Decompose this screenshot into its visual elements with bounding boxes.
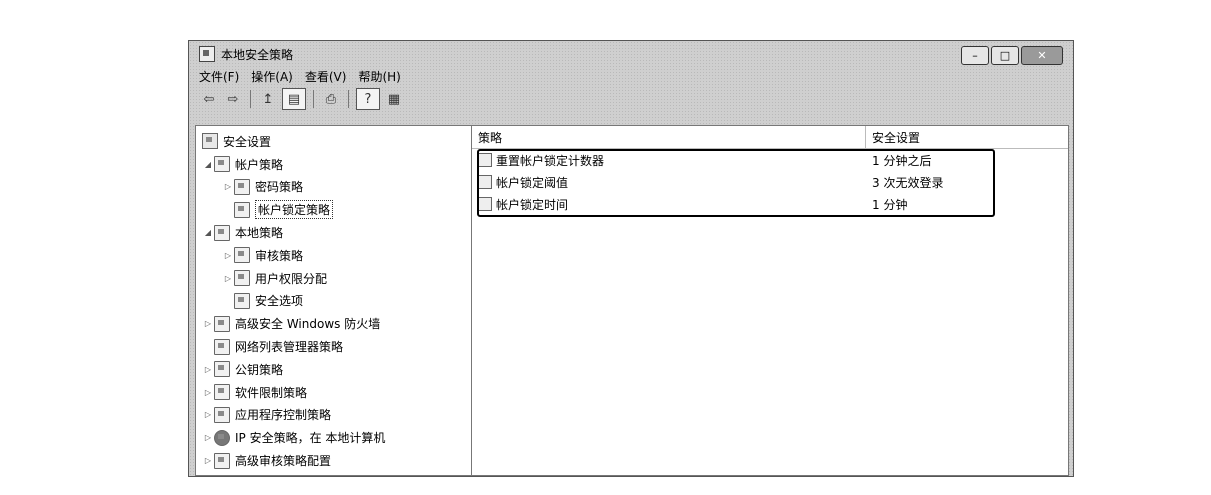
toolbar-separator (348, 90, 349, 108)
tree-item-windows-firewall[interactable]: ▷ 高级安全 Windows 防火墙 (196, 312, 471, 335)
help-icon[interactable]: ? (356, 88, 380, 110)
tree-label: 高级审核策略配置 (235, 454, 332, 469)
tree-item-advanced-audit[interactable]: ▷ 高级审核策略配置 (196, 449, 471, 472)
tree-label: 帐户锁定策略 (255, 200, 334, 220)
tree-label: 安全设置 (223, 134, 272, 149)
tree-item-local-policies[interactable]: ◢ 本地策略 (196, 221, 471, 244)
properties-icon[interactable]: ▦ (384, 89, 404, 109)
close-button[interactable]: ✕ (1021, 46, 1063, 65)
tree-label: 高级安全 Windows 防火墙 (235, 317, 381, 332)
main-pane: 安全设置 ◢ 帐户策略 ▷ 密码策略 帐户锁定策略 ◢ 本地策略 ▷ 审核策略 … (195, 125, 1069, 476)
tree-item-security-options[interactable]: 安全选项 (196, 290, 471, 313)
collapsed-caret-icon[interactable]: ▷ (202, 433, 214, 442)
back-icon[interactable]: ⇦ (199, 89, 219, 109)
folder-icon (234, 270, 250, 287)
folder-icon (214, 384, 230, 401)
maximize-button[interactable]: □ (991, 46, 1019, 65)
tree-item-network-list-manager[interactable]: 网络列表管理器策略 (196, 335, 471, 358)
folder-icon (214, 361, 230, 378)
column-header-policy[interactable]: 策略 (472, 126, 866, 148)
folder-icon (214, 406, 230, 423)
folder-icon (234, 247, 250, 264)
toolbar: ⇦ ⇨ ↥ ▤ ⎙ ? ▦ (199, 87, 404, 111)
tree-label: 帐户策略 (235, 157, 284, 172)
menu-help[interactable]: 帮助(H) (358, 68, 400, 85)
window-title: 本地安全策略 (221, 47, 294, 62)
policy-list: 策略 安全设置 重置帐户锁定计数器 1 分钟之后 帐户锁定阈值 3 次无效登录 (472, 126, 1068, 475)
folder-icon (234, 292, 250, 309)
collapsed-caret-icon[interactable]: ▷ (222, 274, 234, 283)
globe-icon (214, 429, 230, 446)
collapsed-caret-icon[interactable]: ▷ (202, 319, 214, 328)
tree-item-audit-policy[interactable]: ▷ 审核策略 (196, 244, 471, 267)
tree-item-account-policies[interactable]: ◢ 帐户策略 (196, 153, 471, 176)
caption-buttons: – □ ✕ (961, 46, 1063, 65)
collapsed-caret-icon[interactable]: ▷ (202, 456, 214, 465)
tree-item-ip-security[interactable]: ▷ IP 安全策略，在 本地计算机 (196, 426, 471, 449)
menu-file[interactable]: 文件(F) (199, 68, 239, 85)
tree-item-public-key-policies[interactable]: ▷ 公钥策略 (196, 358, 471, 381)
menu-action[interactable]: 操作(A) (251, 68, 293, 85)
folder-icon (214, 452, 230, 469)
tree-item-account-lockout-policy[interactable]: 帐户锁定策略 (196, 198, 471, 221)
app-icon (199, 46, 215, 62)
folder-icon (214, 338, 230, 355)
tree-item-software-restriction[interactable]: ▷ 软件限制策略 (196, 381, 471, 404)
tree-item-password-policy[interactable]: ▷ 密码策略 (196, 176, 471, 199)
highlight-box (477, 149, 995, 217)
tree-label: 网络列表管理器策略 (235, 340, 344, 355)
root-icon (202, 133, 218, 150)
minimize-button[interactable]: – (961, 46, 989, 65)
export-list-icon[interactable]: ⎙ (321, 89, 341, 109)
collapsed-caret-icon[interactable]: ▷ (222, 251, 234, 260)
tree-label: 审核策略 (255, 248, 304, 263)
tree-label: 密码策略 (255, 180, 304, 195)
collapsed-caret-icon[interactable]: ▷ (222, 182, 234, 191)
tree-label: 本地策略 (235, 226, 284, 241)
folder-icon (214, 315, 230, 332)
list-header: 策略 安全设置 (472, 126, 1068, 149)
tree-item-user-rights-assignment[interactable]: ▷ 用户权限分配 (196, 267, 471, 290)
folder-icon (214, 224, 230, 241)
menu-bar: 文件(F) 操作(A) 查看(V) 帮助(H) (199, 67, 401, 85)
show-hide-tree-icon[interactable]: ▤ (282, 88, 306, 110)
title-bar[interactable]: 本地安全策略 – □ ✕ (189, 41, 1073, 67)
tree-label: IP 安全策略，在 本地计算机 (235, 431, 386, 446)
toolbar-separator (250, 90, 251, 108)
tree-label: 公钥策略 (235, 362, 284, 377)
console-tree: 安全设置 ◢ 帐户策略 ▷ 密码策略 帐户锁定策略 ◢ 本地策略 ▷ 审核策略 … (196, 126, 472, 475)
tree-label: 用户权限分配 (255, 271, 328, 286)
expanded-caret-icon[interactable]: ◢ (202, 160, 214, 169)
tree-item-application-control[interactable]: ▷ 应用程序控制策略 (196, 404, 471, 427)
toolbar-separator (313, 90, 314, 108)
tree-label: 应用程序控制策略 (235, 408, 332, 423)
tree-label: 安全选项 (255, 294, 304, 309)
up-level-icon[interactable]: ↥ (258, 89, 278, 109)
folder-icon (214, 156, 230, 173)
column-header-setting[interactable]: 安全设置 (866, 129, 920, 146)
forward-icon[interactable]: ⇨ (223, 89, 243, 109)
collapsed-caret-icon[interactable]: ▷ (202, 365, 214, 374)
expanded-caret-icon[interactable]: ◢ (202, 228, 214, 237)
local-security-policy-window: 本地安全策略 – □ ✕ 文件(F) 操作(A) 查看(V) 帮助(H) ⇦ ⇨… (188, 40, 1074, 477)
collapsed-caret-icon[interactable]: ▷ (202, 410, 214, 419)
folder-icon (234, 201, 250, 218)
folder-icon (234, 178, 250, 195)
tree-item-security-settings[interactable]: 安全设置 (196, 130, 471, 153)
tree-label: 软件限制策略 (235, 385, 308, 400)
collapsed-caret-icon[interactable]: ▷ (202, 388, 214, 397)
menu-view[interactable]: 查看(V) (305, 68, 347, 85)
